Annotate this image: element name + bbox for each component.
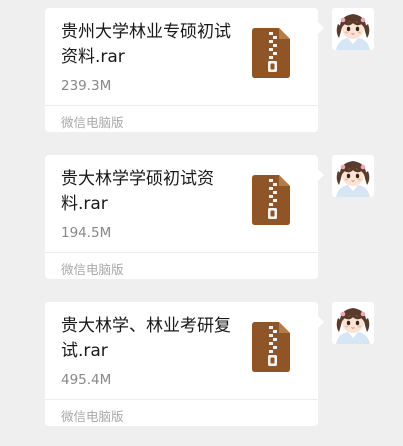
file-size: 495.4M <box>61 372 112 388</box>
avatar[interactable] <box>332 8 374 50</box>
message-row: 贵大林学学硕初试资料.rar 194.5M 微信电脑版 <box>0 155 403 279</box>
file-message-bubble[interactable]: 贵州大学林业专硕初试资料.rar 239.3M 微信电脑版 <box>45 8 324 132</box>
girl-avatar-icon <box>332 155 374 197</box>
divider <box>45 252 318 253</box>
divider <box>45 105 318 106</box>
message-row: 贵大林学、林业考研复试.rar 495.4M 微信电脑版 <box>0 302 403 426</box>
zip-file-icon <box>252 175 290 225</box>
source-label: 微信电脑版 <box>61 409 124 424</box>
avatar[interactable] <box>332 155 374 197</box>
avatar[interactable] <box>332 302 374 344</box>
source-label: 微信电脑版 <box>61 115 124 130</box>
girl-avatar-icon <box>332 8 374 50</box>
message-row: 贵州大学林业专硕初试资料.rar 239.3M 微信电脑版 <box>0 8 403 132</box>
file-name: 贵大林学学硕初试资料.rar <box>61 169 214 214</box>
file-name: 贵大林学、林业考研复试.rar <box>61 316 231 361</box>
file-size: 194.5M <box>61 225 112 241</box>
file-size: 239.3M <box>61 78 112 94</box>
source-label: 微信电脑版 <box>61 262 124 277</box>
file-message-bubble[interactable]: 贵大林学学硕初试资料.rar 194.5M 微信电脑版 <box>45 155 324 279</box>
file-name: 贵州大学林业专硕初试资料.rar <box>61 22 231 67</box>
divider <box>45 399 318 400</box>
file-message-bubble[interactable]: 贵大林学、林业考研复试.rar 495.4M 微信电脑版 <box>45 302 324 426</box>
girl-avatar-icon <box>332 302 374 344</box>
zip-file-icon <box>252 322 290 372</box>
zip-file-icon <box>252 28 290 78</box>
